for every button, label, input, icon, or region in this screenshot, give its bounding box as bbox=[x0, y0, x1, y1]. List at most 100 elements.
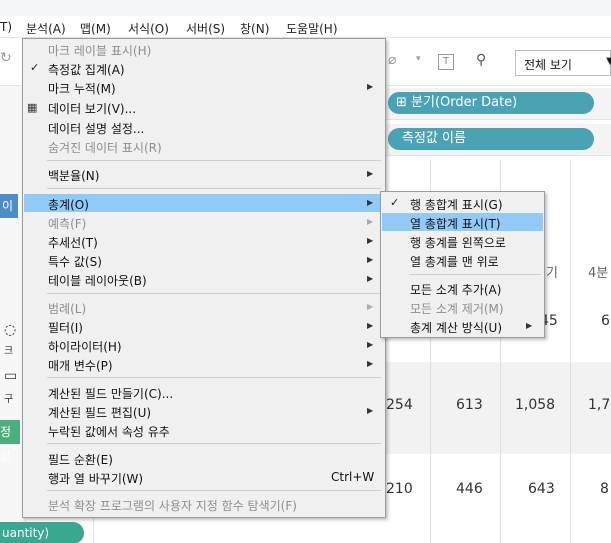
dropdown-caret-icon[interactable]: ▾ bbox=[416, 54, 421, 64]
menu-item-label: 숨겨진 데이터 표시(R) bbox=[48, 141, 162, 155]
menu-separator bbox=[47, 443, 381, 444]
menu-item-label: 측정값 집계(A) bbox=[48, 63, 125, 77]
submenu-arrow-icon: ▶ bbox=[367, 169, 374, 178]
menu-highlighters[interactable]: 하이라이터(H) ▶ bbox=[24, 336, 384, 354]
column-header: 4분 bbox=[588, 266, 609, 281]
submenu-row-totals-left[interactable]: 행 총계를 왼쪽으로 bbox=[382, 232, 543, 250]
menu-separator bbox=[47, 490, 381, 491]
submenu-column-totals-top[interactable]: 열 총계를 맨 위로 bbox=[382, 251, 543, 269]
quantity-pill[interactable]: uantity) bbox=[0, 522, 84, 543]
submenu-show-column-grand-totals[interactable]: 열 총합계 표시(T) bbox=[382, 213, 543, 231]
blue-field-tag[interactable]: 이 bbox=[0, 194, 18, 218]
menu-item-label: 데이터 설명 설정... bbox=[48, 122, 145, 136]
menu-separator bbox=[47, 377, 381, 378]
submenu-arrow-icon: ▶ bbox=[367, 82, 374, 91]
submenu-total-using[interactable]: 총계 계산 방식(U) ▶ bbox=[382, 317, 543, 335]
menu-item-label: 행과 열 바꾸기(W) bbox=[48, 472, 144, 486]
grid-cell: 8 bbox=[600, 481, 609, 497]
menu-data-description-settings[interactable]: 데이터 설명 설정... bbox=[24, 118, 384, 136]
menu-item-prev[interactable]: T) bbox=[0, 20, 12, 34]
menu-item-label: 백분율(N) bbox=[48, 169, 100, 183]
tooltip-icon[interactable]: ▭ bbox=[4, 368, 17, 384]
menu-totals[interactable]: 총계(O) ▶ bbox=[24, 194, 384, 212]
menu-percentage[interactable]: 백분율(N) ▶ bbox=[24, 165, 384, 183]
submenu-item-label: 모든 소계 추가(A) bbox=[410, 283, 502, 297]
submenu-item-label: 행 총합계 표시(G) bbox=[410, 198, 503, 212]
order-date-quarter-pill[interactable]: ⊞ 분기(Order Date) bbox=[388, 92, 594, 114]
menu-create-calculated-field[interactable]: 계산된 필드 만들기(C)... bbox=[24, 383, 384, 401]
menu-item-label: 필드 순환(E) bbox=[48, 453, 113, 467]
submenu-item-label: 열 총합계 표시(T) bbox=[410, 217, 501, 231]
grid-cell: 210 bbox=[386, 481, 413, 497]
redo-icon[interactable]: ↻ bbox=[0, 50, 12, 66]
menu-legends[interactable]: 범례(L) ▶ bbox=[24, 298, 384, 316]
menu-item-server[interactable]: 서버(S) bbox=[186, 20, 225, 37]
submenu-arrow-icon: ▶ bbox=[367, 217, 374, 226]
grid-cell: 6 bbox=[601, 313, 610, 329]
menu-extension-function-explorer[interactable]: 분석 확장 프로그램의 사용자 지정 함수 탐색기(F) bbox=[24, 495, 384, 513]
menu-item-help[interactable]: 도움말(H) bbox=[286, 20, 338, 37]
submenu-arrow-icon: ▶ bbox=[526, 321, 533, 330]
menu-item-label: 예측(F) bbox=[48, 217, 87, 231]
menu-view-data[interactable]: ▦ 데이터 보기(V)... bbox=[24, 98, 384, 116]
menu-item-analysis[interactable]: 분석(A) bbox=[26, 20, 66, 37]
menu-filters[interactable]: 필터(I) ▶ bbox=[24, 317, 384, 335]
menu-table-layout[interactable]: 테이블 레이아웃(B) ▶ bbox=[24, 270, 384, 288]
shortcut-label: Ctrl+W bbox=[331, 470, 375, 484]
menu-special-values[interactable]: 특수 값(S) ▶ bbox=[24, 251, 384, 269]
menu-separator bbox=[47, 188, 381, 189]
submenu-add-all-subtotals[interactable]: 모든 소계 추가(A) bbox=[382, 279, 543, 297]
checkmark-icon: ✓ bbox=[390, 196, 400, 209]
menu-item-label: 데이터 보기(V)... bbox=[48, 102, 137, 116]
menu-parameters[interactable]: 매개 변수(P) ▶ bbox=[24, 355, 384, 373]
menu-stack-marks[interactable]: 마크 누적(M) ▶ bbox=[24, 78, 384, 96]
menu-item-label: 필터(I) bbox=[48, 321, 83, 335]
title-strip bbox=[0, 0, 611, 16]
submenu-separator bbox=[409, 274, 541, 275]
submenu-arrow-icon: ▶ bbox=[367, 236, 374, 245]
chevron-down-icon: ▼ bbox=[606, 56, 611, 67]
menu-cycle-fields[interactable]: 필드 순환(E) bbox=[24, 449, 384, 467]
menu-item-label: 계산된 필드 만들기(C)... bbox=[48, 387, 174, 401]
menu-item-window[interactable]: 창(N) bbox=[240, 20, 269, 37]
menu-item-label: 매개 변수(P) bbox=[48, 359, 113, 373]
menu-item-label: 누락된 값에서 속성 유추 bbox=[48, 425, 170, 439]
column-header: 기 bbox=[546, 266, 558, 281]
menu-forecast[interactable]: 예측(F) ▶ bbox=[24, 213, 384, 231]
measure-values-tag[interactable]: 정값 bbox=[0, 420, 20, 463]
menu-show-mark-labels[interactable]: 마크 레이블 표시(H) bbox=[24, 40, 384, 58]
pin-icon[interactable]: ⚲ bbox=[476, 52, 486, 68]
menu-item-label: 계산된 필드 편집(U) bbox=[48, 406, 152, 420]
menu-item-format[interactable]: 서식(O) bbox=[128, 20, 169, 37]
menu-item-label: 마크 레이블 표시(H) bbox=[48, 44, 152, 58]
measure-names-pill[interactable]: 측정값 이름 bbox=[388, 128, 594, 150]
submenu-item-label: 모든 소계 제거(M) bbox=[410, 302, 504, 316]
menu-trend-lines[interactable]: 추세선(T) ▶ bbox=[24, 232, 384, 250]
menu-item-label: 테이블 레이아웃(B) bbox=[48, 274, 147, 288]
menu-swap-rows-columns[interactable]: 행과 열 바꾸기(W) Ctrl+W bbox=[24, 468, 384, 486]
menu-show-hidden-data[interactable]: 숨겨진 데이터 표시(R) bbox=[24, 137, 384, 155]
text-format-icon[interactable]: T bbox=[438, 54, 454, 70]
submenu-arrow-icon: ▶ bbox=[367, 198, 374, 207]
view-select[interactable]: 전체 보기 ▼ bbox=[515, 50, 611, 76]
paperclip-icon[interactable]: ⌀ bbox=[388, 52, 396, 68]
submenu-arrow-icon: ▶ bbox=[367, 359, 374, 368]
submenu-remove-all-subtotals[interactable]: 모든 소계 제거(M) bbox=[382, 298, 543, 316]
grid-cell: 643 bbox=[528, 481, 555, 497]
tooltip-label: 구 bbox=[4, 394, 14, 405]
view-select-value: 전체 보기 bbox=[524, 58, 572, 72]
submenu-item-label: 열 총계를 맨 위로 bbox=[410, 255, 499, 269]
menu-item-label: 특수 값(S) bbox=[48, 255, 102, 269]
menu-edit-calculated-field[interactable]: 계산된 필드 편집(U) ▶ bbox=[24, 402, 384, 420]
menu-infer-properties[interactable]: 누락된 값에서 속성 유추 bbox=[24, 421, 384, 439]
submenu-arrow-icon: ▶ bbox=[367, 302, 374, 311]
menu-item-map[interactable]: 맵(M) bbox=[80, 20, 111, 37]
submenu-show-row-grand-totals[interactable]: ✓ 행 총합계 표시(G) bbox=[382, 194, 543, 212]
menu-aggregate-measures[interactable]: ✓ 측정값 집계(A) bbox=[24, 59, 384, 77]
grid-cell: 446 bbox=[456, 481, 483, 497]
size-label: 크 bbox=[4, 346, 14, 357]
grid-cell: 1,058 bbox=[515, 397, 556, 413]
size-icon[interactable]: ◌ bbox=[4, 322, 16, 338]
submenu-item-label: 행 총계를 왼쪽으로 bbox=[410, 236, 506, 250]
checkmark-icon: ✓ bbox=[30, 61, 40, 74]
